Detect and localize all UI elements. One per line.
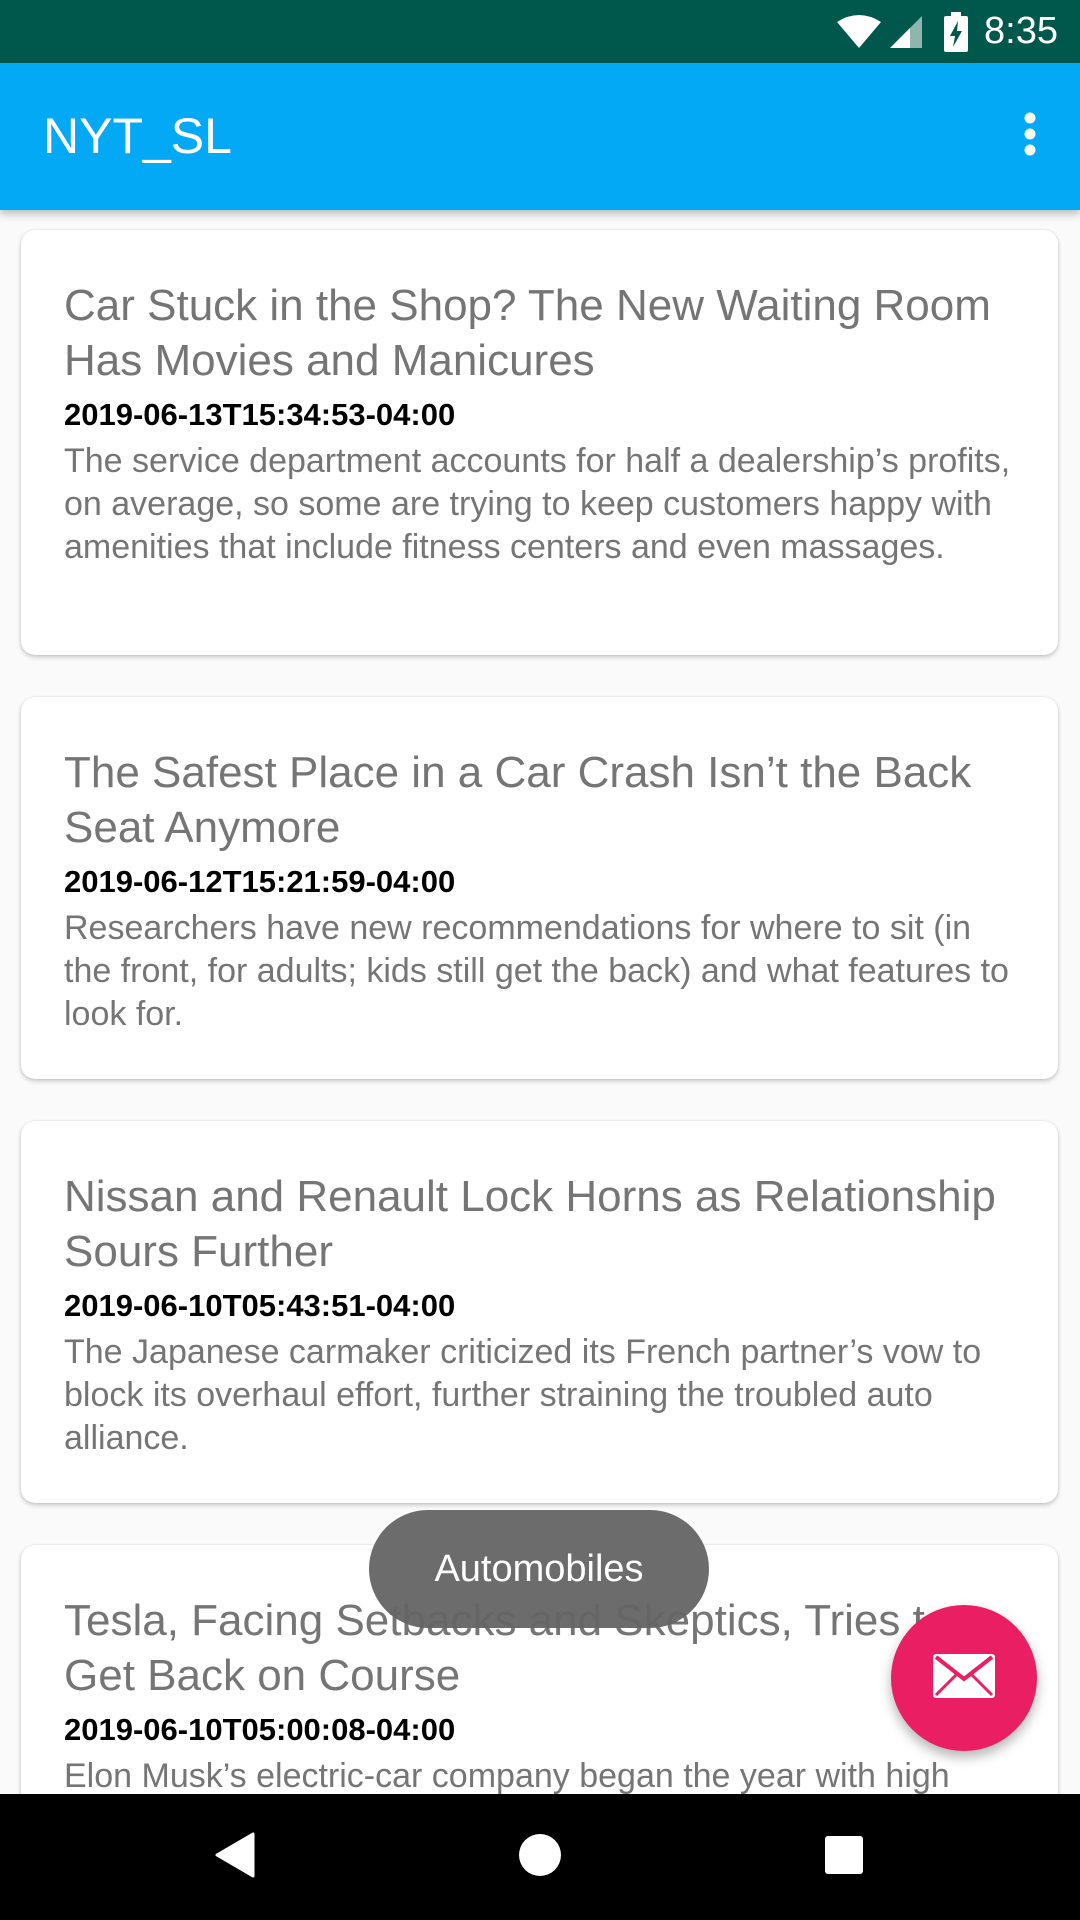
battery-charging-icon: [944, 11, 969, 52]
overflow-menu-icon: [1023, 112, 1037, 161]
article-title: The Safest Place in a Car Crash Isn’t th…: [64, 748, 972, 852]
email-fab-button[interactable]: [891, 1605, 1037, 1751]
home-button[interactable]: [480, 1794, 600, 1920]
status-icons: 8:35: [836, 0, 1058, 63]
article-abstract: Elon Musk’s electric-car company began t…: [64, 1757, 950, 1794]
article-date: 2019-06-12T15:21:59-04:00: [64, 864, 456, 899]
article-abstract: The service department accounts for half…: [64, 442, 1011, 566]
app-title: NYT_SL: [43, 108, 232, 164]
back-icon: [215, 1832, 255, 1883]
wifi-icon: [836, 14, 882, 50]
app-bar: NYT_SL: [0, 63, 1080, 210]
screen: 8:35 NYT_SL Car Stuck in the Shop? The N…: [0, 0, 1080, 1920]
cell-signal-icon: [888, 14, 924, 50]
recents-icon: [824, 1835, 864, 1880]
home-icon: [518, 1833, 562, 1882]
article-title: Car Stuck in the Shop? The New Waiting R…: [64, 281, 991, 385]
article-date: 2019-06-10T05:00:08-04:00: [64, 1712, 456, 1747]
navigation-bar: [0, 1794, 1080, 1920]
back-button[interactable]: [175, 1794, 295, 1920]
article-card[interactable]: Nissan and Renault Lock Horns as Relatio…: [21, 1121, 1058, 1503]
article-abstract: Researchers have new recommendations for…: [64, 909, 1009, 1033]
recents-button[interactable]: [784, 1794, 904, 1920]
article-card[interactable]: The Safest Place in a Car Crash Isn’t th…: [21, 697, 1058, 1079]
article-abstract: The Japanese carmaker criticized its Fre…: [64, 1333, 982, 1457]
toast: Automobiles: [369, 1510, 709, 1628]
status-time: 8:35: [984, 10, 1058, 52]
article-title: Nissan and Renault Lock Horns as Relatio…: [64, 1172, 996, 1276]
article-card[interactable]: Car Stuck in the Shop? The New Waiting R…: [21, 230, 1058, 655]
overflow-menu-button[interactable]: [994, 100, 1066, 172]
email-icon: [932, 1653, 996, 1704]
article-date: 2019-06-13T15:34:53-04:00: [64, 397, 456, 432]
article-date: 2019-06-10T05:43:51-04:00: [64, 1288, 456, 1323]
status-bar: 8:35: [0, 0, 1080, 63]
